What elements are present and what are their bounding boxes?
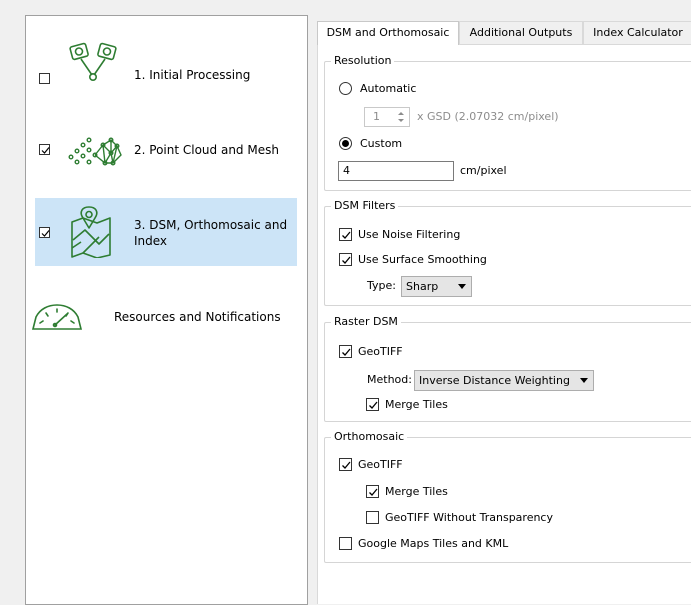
ortho-geotiff-label: GeoTIFF <box>358 458 403 471</box>
nav-item-resources[interactable]: Resources and Notifications <box>31 291 297 341</box>
nav-label-point-cloud: 2. Point Cloud and Mesh <box>134 143 279 157</box>
nav-item-point-cloud[interactable]: 2. Point Cloud and Mesh <box>35 118 297 184</box>
no-transparency-label: GeoTIFF Without Transparency <box>385 511 553 524</box>
automatic-radio[interactable] <box>339 82 352 95</box>
point-cloud-icon <box>68 137 122 166</box>
google-maps-label: Google Maps Tiles and KML <box>358 537 509 550</box>
gauge-icon <box>31 304 83 330</box>
custom-unit-label: cm/pixel <box>460 164 507 177</box>
gsd-text: x GSD (2.07032 cm/pixel) <box>417 110 559 123</box>
method-label: Method: <box>367 373 412 386</box>
surface-smoothing-checkbox[interactable] <box>339 253 352 266</box>
noise-filtering-checkbox[interactable] <box>339 228 352 241</box>
custom-label: Custom <box>360 137 403 150</box>
type-label: Type: <box>367 279 396 292</box>
dropdown-arrow-icon <box>580 378 588 383</box>
automatic-label: Automatic <box>360 82 417 95</box>
point-cloud-checkbox[interactable] <box>39 144 50 155</box>
method-select[interactable]: Inverse Distance Weighting <box>414 370 594 391</box>
orthomosaic-title: Orthomosaic <box>331 430 408 444</box>
raster-merge-tiles-checkbox[interactable] <box>366 398 379 411</box>
nav-label-dsm-line1: 3. DSM, Orthomosaic and <box>134 218 288 232</box>
raster-merge-tiles-label: Merge Tiles <box>385 398 448 411</box>
tab-dsm-orthomosaic[interactable]: DSM and Orthomosaic <box>317 21 459 45</box>
nav-label-initial-processing: 1. Initial Processing <box>134 68 251 82</box>
initial-processing-checkbox[interactable] <box>39 73 50 84</box>
method-value: Inverse Distance Weighting <box>419 374 570 387</box>
map-icon <box>71 206 111 258</box>
spin-arrows-icon[interactable] <box>397 111 405 123</box>
dsm-filters-title: DSM Filters <box>331 199 399 213</box>
noise-filtering-label: Use Noise Filtering <box>358 228 461 241</box>
surface-smoothing-label: Use Surface Smoothing <box>358 253 487 266</box>
raster-geotiff-label: GeoTIFF <box>358 345 403 358</box>
resolution-title: Resolution <box>331 54 395 68</box>
smoothing-type-select[interactable]: Sharp <box>401 276 472 297</box>
dropdown-arrow-icon <box>458 284 466 289</box>
smoothing-type-value: Sharp <box>406 280 439 293</box>
no-transparency-checkbox[interactable] <box>366 511 379 524</box>
custom-radio[interactable] <box>339 137 352 150</box>
tab-index-calculator[interactable]: Index Calculator <box>583 21 691 44</box>
tab-additional-outputs[interactable]: Additional Outputs <box>459 21 583 44</box>
gsd-value: 1 <box>373 110 380 123</box>
ortho-merge-tiles-label: Merge Tiles <box>385 485 448 498</box>
processing-steps-panel: 1. Initial Processing 2. Point Cloud and… <box>25 15 308 605</box>
ortho-geotiff-checkbox[interactable] <box>339 458 352 471</box>
initial-processing-icon <box>69 42 117 81</box>
nav-label-dsm-line2: Index <box>134 234 168 248</box>
gsd-multiplier-spinbox[interactable]: 1 <box>364 107 410 127</box>
raster-geotiff-checkbox[interactable] <box>339 345 352 358</box>
raster-dsm-title: Raster DSM <box>331 315 401 329</box>
google-maps-checkbox[interactable] <box>339 537 352 550</box>
dsm-orthomosaic-checkbox[interactable] <box>39 227 50 238</box>
nav-item-dsm-orthomosaic[interactable]: 3. DSM, Orthomosaic and Index <box>35 198 297 266</box>
ortho-merge-tiles-checkbox[interactable] <box>366 485 379 498</box>
nav-label-resources: Resources and Notifications <box>114 310 281 324</box>
custom-resolution-input[interactable]: 4 <box>338 161 454 181</box>
nav-item-initial-processing[interactable]: 1. Initial Processing <box>35 30 297 100</box>
